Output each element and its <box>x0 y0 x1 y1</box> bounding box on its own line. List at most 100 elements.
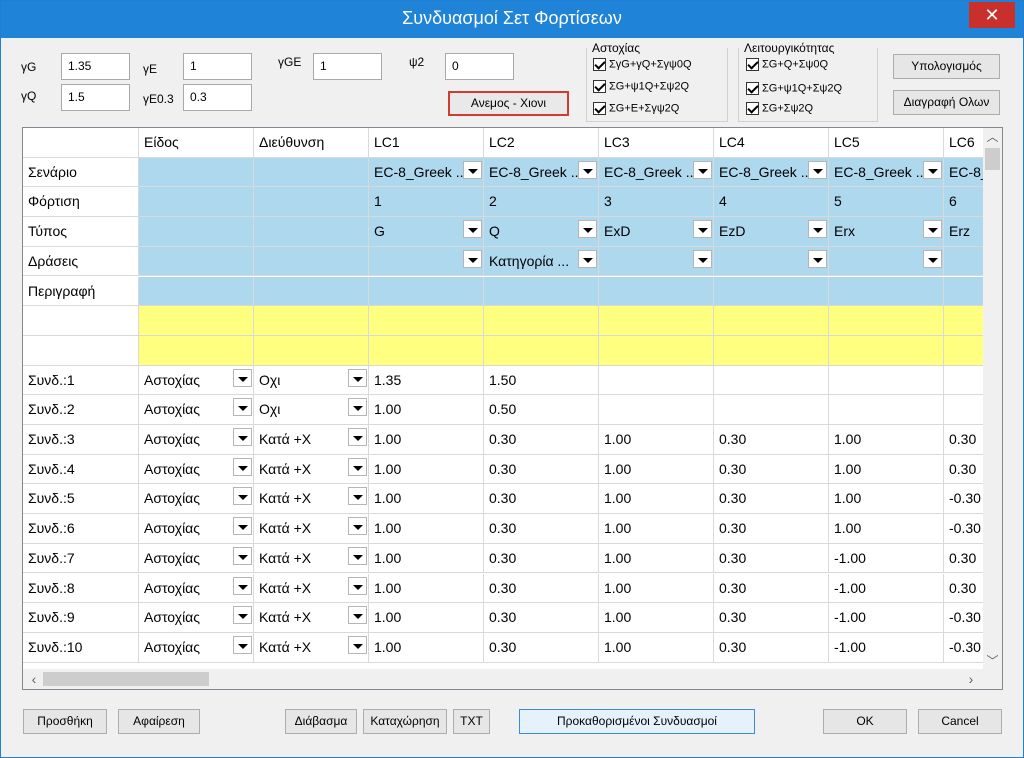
type-cell[interactable]: Αστοχίας <box>139 425 254 455</box>
dropdown-arrow-icon[interactable] <box>578 220 597 239</box>
column-header[interactable] <box>23 128 139 158</box>
factor-cell[interactable]: 0.30 <box>714 543 829 574</box>
factor-cell[interactable]: 1.00 <box>369 425 484 455</box>
gE03-field[interactable]: 0.3 <box>183 84 252 111</box>
dropdown-arrow-icon[interactable] <box>808 160 827 179</box>
factor-cell[interactable]: 1.00 <box>369 514 484 544</box>
dropdown-arrow-icon[interactable] <box>463 220 482 239</box>
grid-cell[interactable] <box>484 335 599 366</box>
grid-cell[interactable]: EC-8_Greek ... <box>484 157 599 188</box>
factor-cell[interactable]: -1.00 <box>829 543 944 574</box>
grid-cell[interactable] <box>829 276 944 307</box>
combination-row[interactable]: Συνδ.:8 Αστοχίας Κατά +X 1.00 0.30 1.00 0.30 -1… <box>23 573 1002 604</box>
grid-cell[interactable] <box>254 246 369 277</box>
failure-check-2[interactable]: ΣG+ψ1Q+Σψ2Q <box>593 80 689 98</box>
factor-cell[interactable]: 0.30 <box>484 514 599 544</box>
grid-cell[interactable]: ExD <box>599 217 714 247</box>
factor-cell[interactable]: 0.30 <box>714 632 829 663</box>
dropdown-arrow-icon[interactable] <box>233 398 252 417</box>
grid-cell[interactable] <box>484 306 599 336</box>
column-header[interactable]: Διεύθυνση <box>254 128 369 158</box>
direction-cell[interactable]: Κατά +X <box>254 603 369 633</box>
failure-check-3[interactable]: ΣG+E+Σγψ2Q <box>593 102 679 120</box>
factor-cell[interactable]: 0.30 <box>714 573 829 604</box>
factor-cell[interactable]: 1.00 <box>369 395 484 425</box>
factor-cell[interactable]: 0.50 <box>484 395 599 425</box>
factor-cell[interactable]: 1.00 <box>829 514 944 544</box>
grid-cell[interactable]: Erx <box>829 217 944 247</box>
column-header[interactable]: LC1 <box>369 128 484 158</box>
dropdown-arrow-icon[interactable] <box>923 160 942 179</box>
grid-cell[interactable] <box>714 306 829 336</box>
factor-cell[interactable]: 1.00 <box>829 454 944 485</box>
horizontal-scrollbar[interactable]: ‹ › <box>23 669 1002 689</box>
gE-field[interactable]: 1 <box>183 53 252 80</box>
dropdown-arrow-icon[interactable] <box>923 220 942 239</box>
factor-cell[interactable] <box>714 395 829 425</box>
combinations-grid[interactable]: Είδος Διεύθυνση LC1 LC2 LC3 LC4 LC5 LC6 Σενάριο E… <box>22 127 1003 690</box>
direction-cell[interactable]: Οχι <box>254 365 369 396</box>
grid-cell[interactable] <box>369 306 484 336</box>
txt-button[interactable]: TXT <box>453 709 490 734</box>
grid-cell[interactable] <box>369 276 484 307</box>
direction-cell[interactable]: Κατά +X <box>254 543 369 574</box>
service-check-2[interactable]: ΣG+ψ1Q+Σψ2Q <box>746 82 842 100</box>
factor-cell[interactable]: 1.00 <box>829 425 944 455</box>
factor-cell[interactable]: -1.00 <box>829 603 944 633</box>
dropdown-arrow-icon[interactable] <box>233 487 252 506</box>
column-header[interactable]: LC2 <box>484 128 599 158</box>
type-cell[interactable]: Αστοχίας <box>139 543 254 574</box>
combination-row[interactable]: Συνδ.:10 Αστοχίας Κατά +X 1.00 0.30 1.00 0.30 -… <box>23 632 1002 663</box>
vertical-scrollbar[interactable]: ︿ ﹀ <box>983 128 1002 671</box>
checkbox-checked-icon[interactable] <box>746 102 759 115</box>
factor-cell[interactable]: 0.30 <box>484 573 599 604</box>
factor-cell[interactable]: 1.00 <box>369 454 484 485</box>
direction-cell[interactable]: Κατά +X <box>254 632 369 663</box>
gQ-field[interactable]: 1.5 <box>61 84 130 111</box>
dropdown-arrow-icon[interactable] <box>233 517 252 536</box>
grid-cell[interactable] <box>139 217 254 247</box>
grid-cell[interactable] <box>139 246 254 277</box>
delete-all-button[interactable]: Διαγραφή Ολων <box>893 90 1000 115</box>
factor-cell[interactable]: 1.00 <box>369 632 484 663</box>
checkbox-checked-icon[interactable] <box>593 102 606 115</box>
dropdown-arrow-icon[interactable] <box>693 220 712 239</box>
grid-cell[interactable] <box>139 335 254 366</box>
ok-button[interactable]: OK <box>823 709 907 734</box>
factor-cell[interactable] <box>599 365 714 396</box>
column-header[interactable]: LC5 <box>829 128 944 158</box>
dropdown-arrow-icon[interactable] <box>693 249 712 268</box>
factor-cell[interactable] <box>599 395 714 425</box>
dropdown-arrow-icon[interactable] <box>348 606 367 625</box>
dropdown-arrow-icon[interactable] <box>348 368 367 387</box>
close-button[interactable]: ✕ <box>969 2 1015 28</box>
grid-cell[interactable]: 4 <box>714 187 829 218</box>
grid-cell[interactable] <box>254 276 369 307</box>
direction-cell[interactable]: Κατά +X <box>254 573 369 604</box>
scroll-right-icon[interactable]: › <box>962 669 980 689</box>
wind-snow-button[interactable]: Ανεμος - Χιονι <box>448 91 569 116</box>
grid-cell[interactable] <box>714 246 829 277</box>
factor-cell[interactable] <box>714 365 829 396</box>
dropdown-arrow-icon[interactable] <box>348 457 367 476</box>
scroll-down-icon[interactable]: ﹀ <box>983 653 1002 670</box>
grid-cell[interactable] <box>139 187 254 218</box>
dropdown-arrow-icon[interactable] <box>463 249 482 268</box>
vertical-scroll-thumb[interactable] <box>985 148 1000 170</box>
grid-cell[interactable]: EC-8_Greek ... <box>714 157 829 188</box>
dropdown-arrow-icon[interactable] <box>578 249 597 268</box>
dropdown-arrow-icon[interactable] <box>233 457 252 476</box>
factor-cell[interactable]: 1.00 <box>599 543 714 574</box>
grid-cell[interactable] <box>254 217 369 247</box>
factor-cell[interactable]: 1.00 <box>369 543 484 574</box>
grid-cell[interactable]: G <box>369 217 484 247</box>
service-check-3[interactable]: ΣG+Σψ2Q <box>746 102 813 120</box>
direction-cell[interactable]: Κατά +X <box>254 454 369 485</box>
dropdown-arrow-icon[interactable] <box>348 428 367 446</box>
gGE-field[interactable]: 1 <box>313 53 382 80</box>
factor-cell[interactable]: 0.30 <box>714 514 829 544</box>
factor-cell[interactable]: 1.00 <box>369 573 484 604</box>
factor-cell[interactable]: 0.30 <box>484 454 599 485</box>
grid-cell[interactable]: EC-8_Greek ... <box>599 157 714 188</box>
dropdown-arrow-icon[interactable] <box>808 249 827 268</box>
